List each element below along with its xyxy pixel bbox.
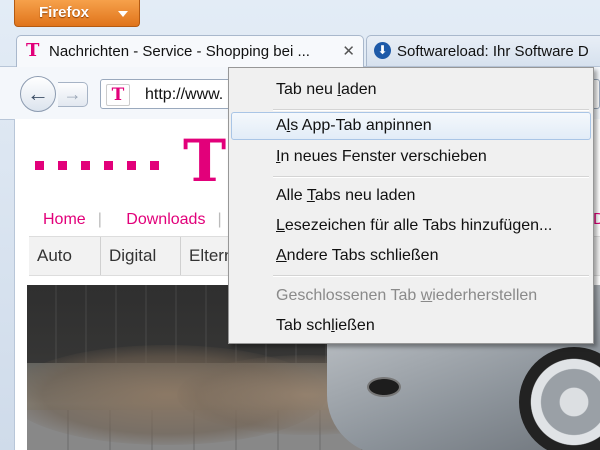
menu-item-close-other-tabs[interactable]: Andere Tabs schließen (231, 242, 591, 270)
menu-item-move-to-new-window[interactable]: In neues Fenster verschieben (231, 143, 591, 171)
chevron-down-icon (118, 11, 128, 17)
telekom-favicon-icon: T (26, 40, 40, 61)
menu-item-pin-as-app-tab[interactable]: Als App-Tab anpinnen (231, 112, 591, 140)
nav-separator: | (217, 211, 222, 228)
arrow-left-icon: ← (27, 81, 49, 106)
site-identity-icon[interactable]: T (106, 84, 130, 106)
firefox-menu-button[interactable]: Firefox (14, 0, 140, 27)
back-button[interactable]: ← (20, 76, 56, 112)
menu-separator (273, 275, 589, 277)
menu-separator (273, 109, 589, 111)
menu-item-bookmark-all-tabs[interactable]: Lesezeichen für alle Tabs hinzufügen... (231, 212, 591, 240)
url-text[interactable]: http://www. (145, 86, 223, 104)
menu-separator (273, 176, 589, 178)
close-icon[interactable]: ✕ (342, 42, 355, 60)
firefox-button-label: Firefox (39, 4, 90, 21)
nav-item-right-cut[interactable]: D (593, 211, 600, 229)
nav-downloads[interactable]: Downloads (126, 211, 205, 228)
nav-home[interactable]: Home (43, 211, 86, 228)
category-digital[interactable]: Digital (101, 237, 181, 275)
arrow-right-icon: → (63, 84, 82, 104)
tab-softwareload[interactable]: ⬇ Softwareload: Ihr Software D (366, 35, 600, 67)
forward-button[interactable]: → (58, 82, 88, 107)
telekom-logo: T (183, 127, 227, 195)
menu-item-reload-all-tabs[interactable]: Alle Tabs neu laden (231, 182, 591, 210)
tab-nachrichten[interactable]: T Nachrichten - Service - Shopping bei .… (16, 35, 364, 67)
tab-title: Nachrichten - Service - Shopping bei ... (49, 43, 310, 60)
tab-context-menu: Tab neu laden Als App-Tab anpinnen In ne… (228, 67, 594, 344)
nav-separator: | (97, 211, 102, 228)
menu-item-close-tab[interactable]: Tab schließen (231, 312, 591, 340)
tab-title: Softwareload: Ihr Software D (397, 43, 589, 60)
category-auto[interactable]: Auto (29, 237, 101, 275)
menu-item-undo-close-tab: Geschlossenen Tab wiederherstellen (276, 287, 538, 304)
menu-item-reload-tab[interactable]: Tab neu laden (231, 76, 591, 104)
telekom-logo-dots (35, 157, 173, 175)
download-icon: ⬇ (374, 42, 391, 59)
